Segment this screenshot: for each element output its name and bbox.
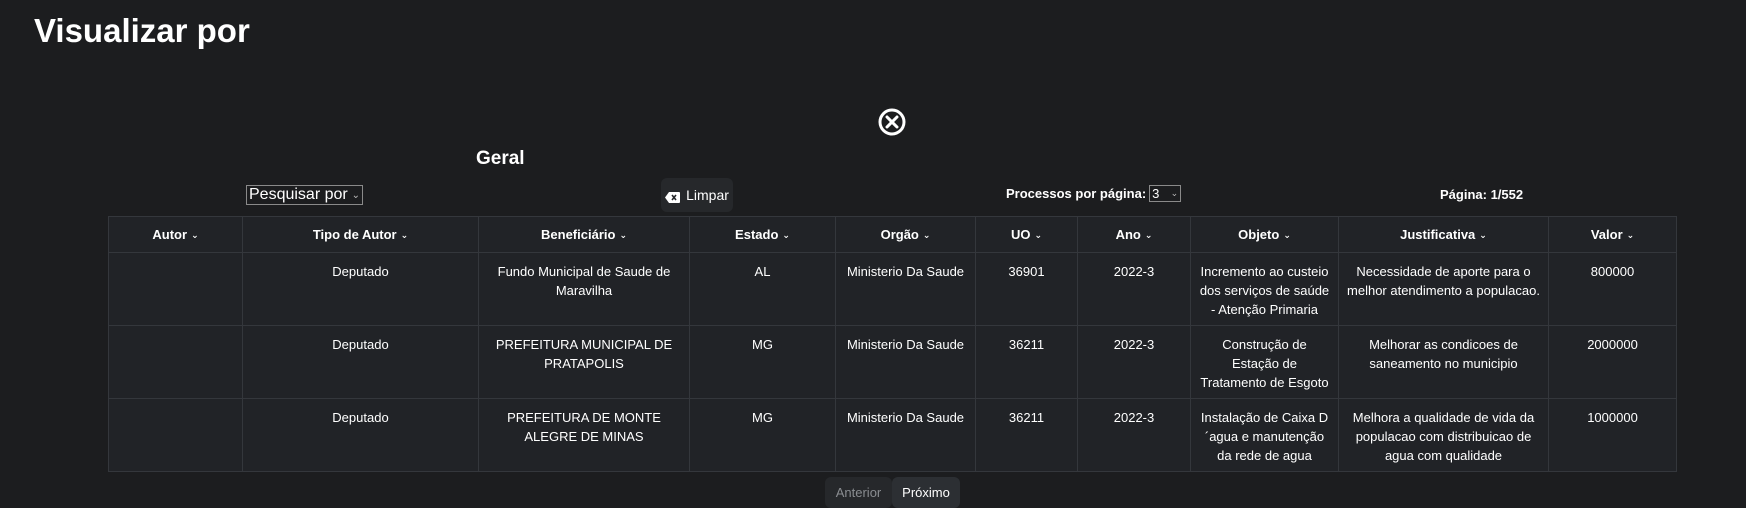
cell-autor (108, 252, 243, 326)
cell-estado: MG (689, 325, 836, 399)
cell-valor: 2000000 (1548, 325, 1677, 399)
cell-justificativa: Necessidade de aporte para o melhor aten… (1338, 252, 1549, 326)
search-by-select[interactable]: Pesquisar por ⌄ (246, 185, 363, 205)
per-page-label: Processos por página: (1006, 186, 1147, 201)
column-header-autor[interactable]: Autor ⌄ (108, 216, 243, 253)
cell-autor (108, 398, 243, 472)
column-header-valor[interactable]: Valor ⌄ (1548, 216, 1677, 253)
cell-valor: 800000 (1548, 252, 1677, 326)
table-row: Deputado PREFEITURA DE MONTE ALEGRE DE M… (108, 398, 1677, 472)
cell-objeto: Incremento ao custeio dos serviços de sa… (1190, 252, 1339, 326)
chevron-down-icon: ⌄ (1626, 230, 1635, 240)
chevron-down-icon: ⌄ (1034, 230, 1043, 240)
cell-tipo-de-autor: Deputado (242, 252, 479, 326)
cell-tipo-de-autor: Deputado (242, 398, 479, 472)
cell-justificativa: Melhorar as condicoes de saneamento no m… (1338, 325, 1549, 399)
next-page-button[interactable]: Próximo (892, 477, 960, 508)
cell-ano: 2022-3 (1077, 252, 1191, 326)
column-header-ano[interactable]: Ano ⌄ (1077, 216, 1191, 253)
column-header-objeto[interactable]: Objeto ⌄ (1190, 216, 1339, 253)
cell-estado: AL (689, 252, 836, 326)
cell-orgao: Ministerio Da Saude (835, 252, 976, 326)
cell-uo: 36901 (975, 252, 1078, 326)
cell-ano: 2022-3 (1077, 325, 1191, 399)
cell-autor (108, 325, 243, 399)
cell-beneficiario: Fundo Municipal de Saude de Maravilha (478, 252, 690, 326)
cell-objeto: Construção de Estação de Tratamento de E… (1190, 325, 1339, 399)
section-title: Geral (476, 148, 525, 169)
chevron-down-icon: ⌄ (1144, 230, 1153, 240)
close-icon[interactable] (877, 107, 907, 137)
cell-ano: 2022-3 (1077, 398, 1191, 472)
cell-orgao: Ministerio Da Saude (835, 398, 976, 472)
cell-estado: MG (689, 398, 836, 472)
column-header-beneficiario[interactable]: Beneficiário ⌄ (478, 216, 690, 253)
chevron-down-icon: ⌄ (1170, 188, 1179, 198)
per-page-control: Processos por página: 3 ⌄ (1006, 185, 1182, 202)
results-table: Autor ⌄ Tipo de Autor ⌄ Beneficiário ⌄ Esta… (108, 216, 1677, 472)
cell-valor: 1000000 (1548, 398, 1677, 472)
chevron-down-icon: ⌄ (782, 230, 790, 240)
cell-justificativa: Melhora a qualidade de vida da populacao… (1338, 398, 1549, 472)
chevron-down-icon: ⌄ (1283, 230, 1291, 240)
table-row: Deputado Fundo Municipal de Saude de Mar… (108, 252, 1677, 326)
cell-beneficiario: PREFEITURA DE MONTE ALEGRE DE MINAS (478, 398, 690, 472)
per-page-value: 3 (1152, 186, 1160, 201)
clear-button-label: Limpar (686, 187, 729, 203)
cell-beneficiario: PREFEITURA MUNICIPAL DE PRATAPOLIS (478, 325, 690, 399)
chevron-down-icon: ⌄ (191, 230, 199, 240)
table-row: Deputado PREFEITURA MUNICIPAL DE PRATAPO… (108, 325, 1677, 399)
cell-tipo-de-autor: Deputado (242, 325, 479, 399)
backspace-icon (665, 190, 681, 203)
chevron-down-icon: ⌄ (1479, 230, 1487, 240)
chevron-down-icon: ⌄ (619, 230, 627, 240)
column-header-estado[interactable]: Estado ⌄ (689, 216, 836, 253)
table-header-row: Autor ⌄ Tipo de Autor ⌄ Beneficiário ⌄ Esta… (108, 216, 1677, 253)
pagination: Anterior Próximo (825, 477, 960, 508)
column-header-orgao[interactable]: Orgão ⌄ (835, 216, 976, 253)
search-by-value: Pesquisar por (249, 186, 348, 203)
page-title: Visualizar por (34, 12, 250, 49)
clear-button[interactable]: Limpar (661, 178, 733, 212)
column-header-justificativa[interactable]: Justificativa ⌄ (1338, 216, 1549, 253)
cell-objeto: Instalação de Caixa D ´agua e manutenção… (1190, 398, 1339, 472)
chevron-down-icon: ⌄ (922, 230, 931, 240)
cell-orgao: Ministerio Da Saude (835, 325, 976, 399)
column-header-uo[interactable]: UO ⌄ (975, 216, 1078, 253)
per-page-select[interactable]: 3 ⌄ (1149, 185, 1182, 202)
chevron-down-icon: ⌄ (400, 230, 409, 240)
cell-uo: 36211 (975, 325, 1078, 399)
page-indicator: Página: 1/552 (1440, 187, 1524, 202)
chevron-down-icon: ⌄ (351, 189, 360, 201)
previous-page-button[interactable]: Anterior (825, 477, 892, 508)
column-header-tipo-de-autor[interactable]: Tipo de Autor ⌄ (242, 216, 479, 253)
cell-uo: 36211 (975, 398, 1078, 472)
